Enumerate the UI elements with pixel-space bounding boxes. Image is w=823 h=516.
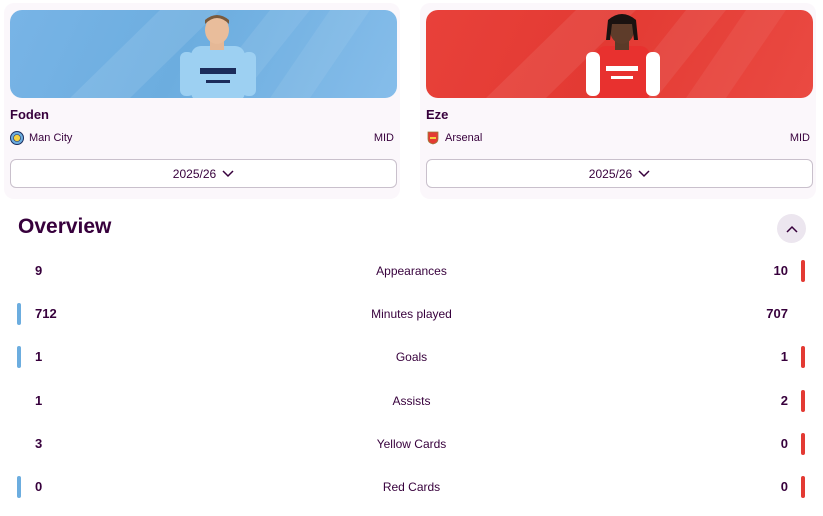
player-card-right: Eze Arsenal MID 2025/26 bbox=[420, 3, 816, 199]
player-photo-eze bbox=[486, 10, 786, 98]
season-dropdown-left[interactable]: 2025/26 bbox=[10, 159, 397, 188]
chevron-down-icon bbox=[638, 169, 650, 177]
right-leader-bar bbox=[801, 346, 805, 368]
stat-right-value: 1 bbox=[780, 349, 788, 364]
stat-label: Red Cards bbox=[382, 480, 441, 494]
stat-row-red-cards: 0 Red Cards 0 bbox=[0, 474, 823, 500]
right-leader-bar bbox=[801, 390, 805, 412]
right-leader-bar bbox=[801, 433, 805, 455]
stat-row-minutes-played: 712 Minutes played 707 bbox=[0, 301, 823, 327]
player-name-left: Foden bbox=[10, 107, 49, 122]
stat-right-value: 0 bbox=[780, 436, 788, 451]
stat-label: Yellow Cards bbox=[376, 437, 447, 451]
stat-label: Appearances bbox=[376, 264, 447, 278]
chevron-down-icon bbox=[222, 169, 234, 177]
arsenal-badge-icon bbox=[427, 131, 439, 145]
player-banner-foden bbox=[10, 10, 397, 98]
stat-row-goals: 1 Goals 1 bbox=[0, 344, 823, 370]
stat-row-assists: 1 Assists 2 bbox=[0, 388, 823, 414]
player-photo-foden bbox=[70, 10, 370, 98]
player-card-left: Foden Man City MID 2025/26 bbox=[4, 3, 400, 199]
man-city-badge-icon bbox=[10, 131, 24, 145]
player-position-left: MID bbox=[373, 132, 394, 144]
player-position-right: MID bbox=[789, 132, 810, 144]
overview-title: Overview bbox=[18, 215, 112, 238]
club-name-right: Arsenal bbox=[445, 132, 483, 144]
season-value-left: 2025/26 bbox=[172, 166, 217, 181]
stat-row-appearances: 9 Appearances 10 bbox=[0, 258, 823, 284]
stat-label: Goals bbox=[395, 350, 428, 364]
stat-right-value: 707 bbox=[766, 306, 788, 321]
chevron-up-icon bbox=[785, 225, 798, 233]
stat-right-value: 0 bbox=[780, 479, 788, 494]
stat-row-yellow-cards: 3 Yellow Cards 0 bbox=[0, 431, 823, 457]
stat-right-value: 10 bbox=[773, 263, 788, 278]
stat-label: Assists bbox=[392, 394, 431, 408]
collapse-overview-button[interactable] bbox=[777, 214, 806, 243]
club-name-left: Man City bbox=[29, 132, 73, 144]
right-leader-bar bbox=[801, 260, 805, 282]
right-leader-bar bbox=[801, 476, 805, 498]
player-club-right: Arsenal bbox=[426, 130, 482, 146]
player-club-left: Man City bbox=[10, 130, 72, 146]
season-value-right: 2025/26 bbox=[588, 166, 633, 181]
season-dropdown-right[interactable]: 2025/26 bbox=[426, 159, 813, 188]
stat-label: Minutes played bbox=[371, 307, 452, 321]
player-name-right: Eze bbox=[426, 107, 449, 122]
stat-right-value: 2 bbox=[780, 393, 788, 408]
player-banner-eze bbox=[426, 10, 813, 98]
